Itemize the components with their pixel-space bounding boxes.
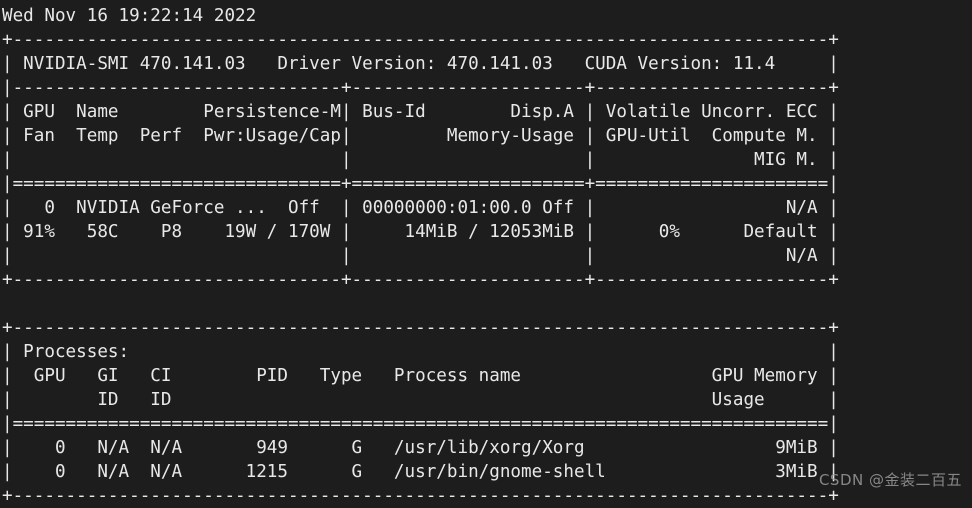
processes-table-bottom-border: +---------------------------------------… (2, 486, 839, 506)
terminal-blank-line (0, 292, 972, 316)
gpu-table-bottom-border: +-------------------------------+-------… (2, 270, 839, 290)
process-row-0: | 0 N/A N/A 949 G /usr/lib/xorg/Xorg 9Mi… (2, 438, 839, 458)
processes-header-row-1: | GPU GI CI PID Type Process name GPU Me… (2, 366, 839, 386)
terminal-window[interactable]: Wed Nov 16 19:22:14 2022 +--------------… (0, 0, 972, 506)
processes-header-separator: |=======================================… (2, 414, 839, 434)
gpu-row-0-line-2: | 91% 58C P8 19W / 170W | 14MiB / 12053M… (2, 222, 839, 242)
processes-table-top-border: +---------------------------------------… (2, 318, 839, 338)
gpu-table-header-row-2: | Fan Temp Perf Pwr:Usage/Cap| Memory-Us… (2, 126, 839, 146)
processes-header-row-2: | ID ID Usage | (2, 390, 839, 410)
gpu-table-header-row-1: | GPU Name Persistence-M| Bus-Id Disp.A … (2, 102, 839, 122)
smi-version-line: | NVIDIA-SMI 470.141.03 Driver Version: … (2, 54, 839, 74)
gpu-table-header-separator: |===============================+=======… (2, 174, 839, 194)
gpu-table-header-row-3: | | | MIG M. | (2, 150, 839, 170)
gpu-table-top-border: +---------------------------------------… (2, 30, 839, 50)
terminal-line-timestamp: Wed Nov 16 19:22:14 2022 (2, 6, 257, 26)
processes-title-line: | Processes: | (2, 342, 839, 362)
gpu-table-header-divider: |-------------------------------+-------… (2, 78, 839, 98)
gpu-row-0-line-1: | 0 NVIDIA GeForce ... Off | 00000000:01… (2, 198, 839, 218)
process-row-1: | 0 N/A N/A 1215 G /usr/bin/gnome-shell … (2, 462, 839, 482)
gpu-row-0-line-3: | | | N/A | (2, 246, 839, 266)
